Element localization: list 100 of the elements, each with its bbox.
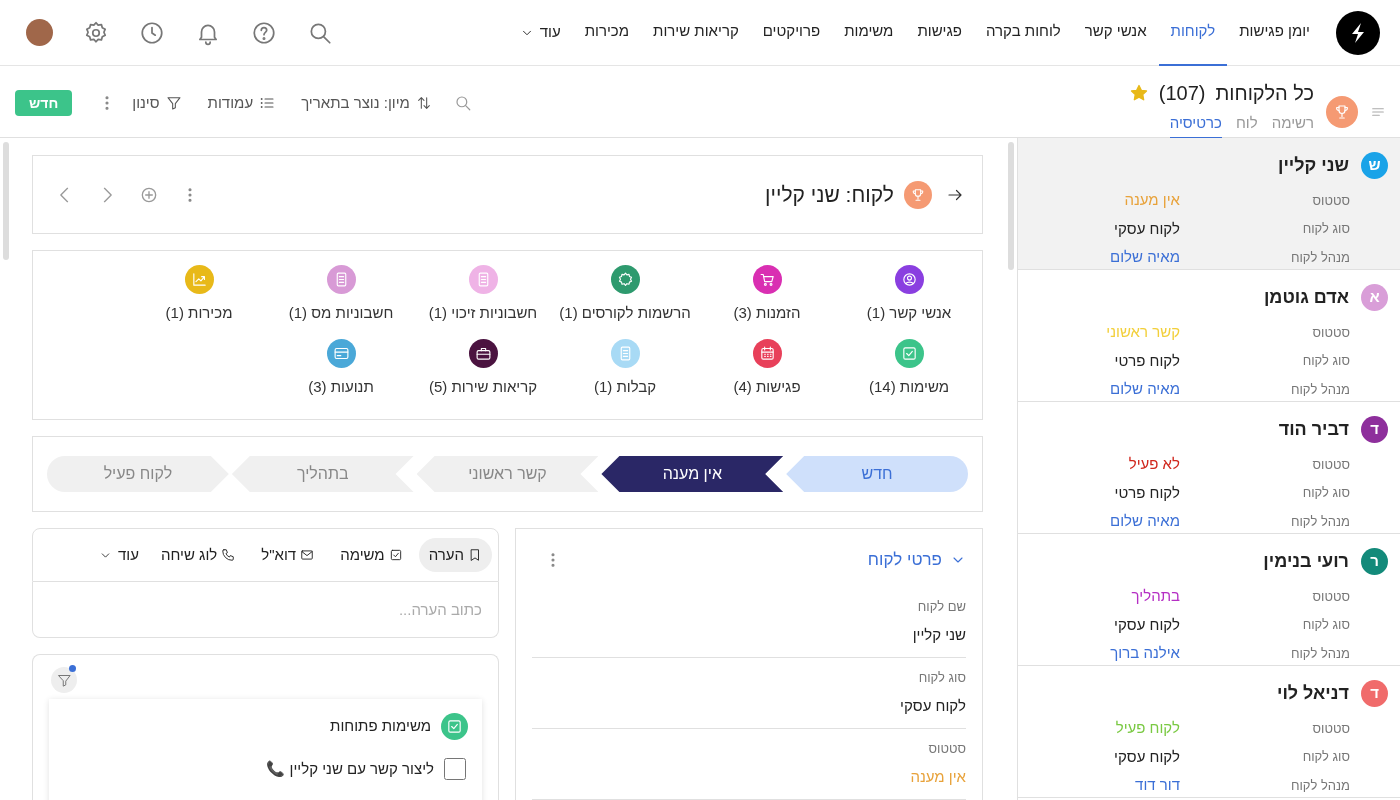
related-link[interactable]: קריאות שירות (5): [412, 338, 554, 398]
group-title: משימות פתוחות: [330, 716, 431, 737]
nav-tab[interactable]: אנשי קשר: [1072, 0, 1159, 66]
avatar[interactable]: [26, 19, 53, 46]
related-link[interactable]: תנועות (3): [270, 338, 412, 398]
nav-tab[interactable]: קריאות שירות: [641, 0, 751, 66]
related-label: אנשי קשר (1): [866, 303, 952, 323]
nav-tab[interactable]: לקוחות: [1158, 0, 1228, 66]
status-value: לקוח פעיל: [1114, 718, 1180, 738]
customer-name: אדם גוטמן: [1263, 286, 1349, 309]
customer-name: דניאל לוי: [1276, 682, 1349, 705]
field-value: לקוח עסקי: [1113, 746, 1180, 767]
manager-link[interactable]: מאיה שלום: [1110, 378, 1180, 401]
clock-icon[interactable]: [139, 19, 165, 46]
customer-name: שני קליין: [1277, 154, 1349, 177]
manager-link[interactable]: אילנה ברוך: [1110, 642, 1180, 665]
columns-button[interactable]: עמודות: [207, 91, 276, 115]
field-value: שני קליין: [911, 625, 966, 645]
scrollbar-thumb[interactable]: [1008, 142, 1014, 270]
customer-name: רועי בנימין: [1263, 550, 1349, 573]
more-menu[interactable]: עוד: [507, 21, 573, 44]
customer-card[interactable]: ש שני קליין סטטוס אין מענה סוג לקוח לקוח עסקי מנהל לקוח מאיה שלום: [1018, 138, 1400, 270]
activity-tab[interactable]: הערה: [418, 538, 492, 572]
field-label: מנהל לקוח: [1289, 248, 1350, 267]
nav-tab[interactable]: יומן פגישות: [1227, 0, 1322, 66]
field-label: סטטוס: [1311, 191, 1350, 210]
bookmark-icon: [468, 548, 482, 562]
customer-name: דביר הוד: [1278, 418, 1349, 441]
field-label: סוג לקוח: [1301, 616, 1350, 634]
nav-tab[interactable]: לוחות בקרה: [974, 0, 1073, 66]
field-label: סוג לקוח: [1301, 352, 1350, 370]
field-value: לקוח עסקי: [899, 696, 966, 716]
task-title: ליצור קשר עם שני קליין 📞: [266, 759, 434, 779]
field-label: סטטוס: [1311, 587, 1350, 606]
related-link[interactable]: חשבוניות זיכוי (1): [412, 265, 554, 325]
related-link[interactable]: קבלות (1): [554, 338, 696, 398]
status-value: אין מענה: [1123, 190, 1180, 210]
field-label: סטטוס: [1311, 455, 1350, 474]
field-value: לקוח עסקי: [1113, 614, 1180, 635]
sort-button[interactable]: מיון: נוצר בתאריך: [301, 91, 432, 115]
related-label: קריאות שירות (5): [428, 376, 538, 397]
more-menu[interactable]: עוד: [99, 543, 139, 567]
nav-tab[interactable]: פגישות: [905, 0, 974, 66]
record-count: (107): [1158, 81, 1206, 106]
related-link[interactable]: פגישות (4): [696, 338, 838, 398]
field-label: מנהל לקוח: [1289, 776, 1350, 795]
checkbox-icon: [441, 713, 468, 740]
pipeline-stage[interactable]: אין מענה: [601, 456, 784, 492]
field-value: לקוח פרטי: [1113, 350, 1180, 371]
activity-tab[interactable]: לוג שיחה: [150, 538, 246, 572]
avatar: ש: [1361, 152, 1388, 179]
field-label: מנהל לקוח: [1289, 644, 1350, 663]
checkbox-icon: [388, 548, 403, 562]
field-label: מנהל לקוח: [1289, 512, 1350, 531]
related-link[interactable]: הזמנות (3): [696, 265, 838, 325]
activity-tab[interactable]: משימה: [330, 538, 413, 572]
manager-link[interactable]: מאיה שלום: [1110, 246, 1180, 269]
task-checkbox[interactable]: [444, 758, 466, 781]
manager-link[interactable]: דור דוד: [1135, 774, 1180, 797]
nav-tab[interactable]: מכירות: [572, 0, 641, 66]
pipeline-stage[interactable]: חדש: [786, 456, 968, 492]
manager-link[interactable]: מאיה שלום: [1110, 510, 1180, 533]
trophy-icon: [904, 180, 932, 209]
related-label: תנועות (3): [308, 376, 374, 397]
field-label: סטטוס: [1311, 323, 1350, 342]
related-label: חשבוניות מס (1): [288, 303, 394, 323]
status-value: בתהליך: [1130, 586, 1180, 606]
related-label: פגישות (4): [733, 376, 801, 397]
filter-button[interactable]: סינון: [132, 91, 182, 115]
filter-icon: [165, 95, 182, 111]
note-input[interactable]: כתוב הערה...: [32, 582, 499, 638]
field-value: לקוח פרטי: [1113, 482, 1180, 503]
help-icon[interactable]: [251, 19, 277, 46]
avatar: ד: [1361, 416, 1388, 443]
related-link[interactable]: משימות (14): [838, 338, 980, 398]
avatar: א: [1361, 284, 1388, 311]
scrollbar-thumb[interactable]: [3, 142, 9, 260]
activity-tab[interactable]: דוא"ל: [251, 538, 325, 572]
status-value: קשר ראשוני: [1105, 322, 1180, 342]
related-link[interactable]: אנשי קשר (1): [838, 265, 980, 325]
star-icon[interactable]: [1128, 83, 1149, 103]
related-link[interactable]: מכירות (1): [128, 265, 270, 325]
page-title: כל הלקוחות: [1215, 81, 1314, 106]
search-icon[interactable]: [453, 94, 472, 112]
status-value: לא פעיל: [1127, 454, 1180, 474]
related-link[interactable]: חשבוניות מס (1): [270, 265, 412, 325]
field-label: סוג לקוח: [917, 668, 966, 687]
related-link[interactable]: הרשמות לקורסים (1): [554, 265, 696, 325]
filter-icon: [56, 672, 72, 688]
field-label: סוג לקוח: [1301, 220, 1350, 238]
logo-icon: [1336, 10, 1380, 55]
envelope-icon: [300, 548, 315, 562]
nav-tab[interactable]: פרויקטים: [750, 0, 833, 66]
section-toggle[interactable]: פרטי לקוח: [867, 547, 966, 573]
sort-icon: [415, 95, 432, 111]
related-label: משימות (14): [868, 376, 950, 397]
list-icon: [259, 95, 276, 111]
filter-button[interactable]: [51, 667, 77, 693]
nav-tab[interactable]: משימות: [832, 0, 906, 66]
phone-icon: [221, 548, 236, 562]
